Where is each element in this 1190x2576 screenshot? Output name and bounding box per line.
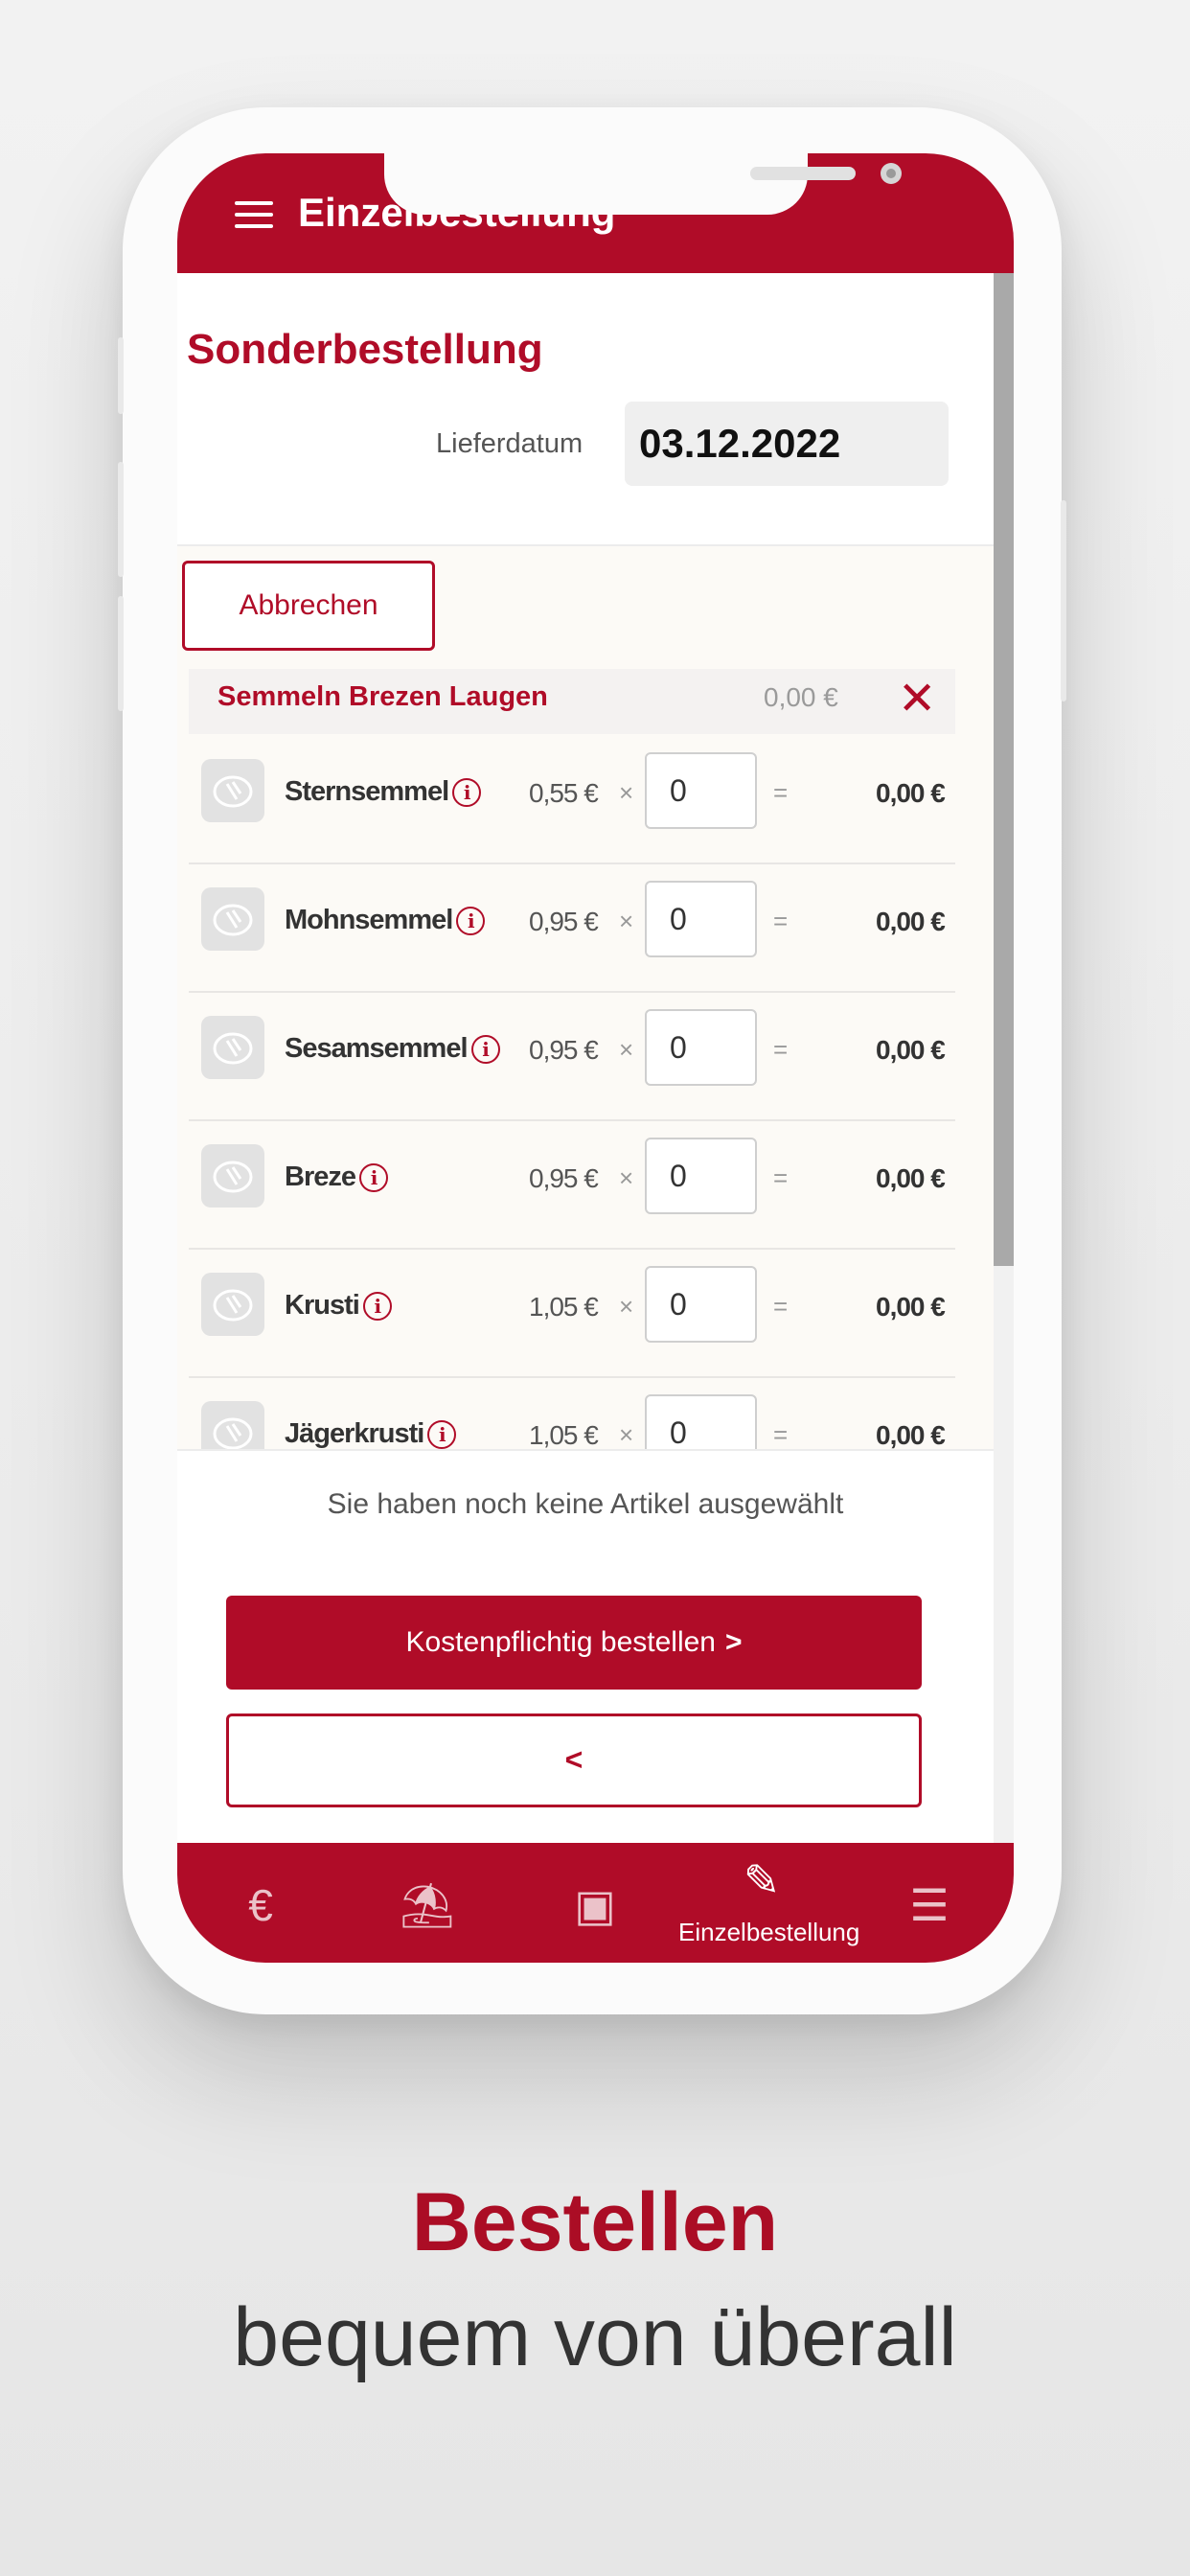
nav-item-einzelbestellung[interactable]: ✎ Einzelbestellung (678, 1843, 860, 1963)
equals-sign: = (773, 1292, 789, 1321)
new-order-icon: ✎ (743, 1855, 781, 1905)
promo-subline: bequem von überall (233, 2291, 957, 2383)
order-button[interactable]: Kostenpflichtig bestellen > (226, 1596, 922, 1690)
multiply-sign: × (619, 1163, 634, 1192)
back-button[interactable]: < (226, 1714, 922, 1807)
unit-price: 0,55 € (529, 778, 599, 808)
unit-price: 1,05 € (529, 1292, 599, 1322)
multiply-sign: × (619, 1292, 634, 1321)
bottom-navigation: € ⛱ ▣ ✎ Einzelbestellung ☰ (177, 1843, 1014, 1963)
euro-icon: € (248, 1880, 273, 1930)
line-total: 0,00 € (876, 778, 946, 808)
quantity-input[interactable]: 0 (645, 1266, 757, 1343)
equals-sign: = (773, 1035, 789, 1064)
app-screen: Einzelbestellung Sonderbestellung Liefer… (177, 153, 1014, 1963)
phone-power-button (1061, 500, 1066, 702)
order-button-label: Kostenpflichtig bestellen (405, 1626, 716, 1658)
category-name: Semmeln Brezen Laugen (217, 681, 548, 712)
product-row: Sternsemmel i 0,55 € × 0 = 0,00 € (189, 734, 955, 864)
product-name: Sesamsemmel i (285, 1033, 500, 1065)
line-total: 0,00 € (876, 1292, 946, 1322)
unit-price: 0,95 € (529, 1035, 599, 1065)
promo-headline: Bestellen (411, 2176, 779, 2268)
equals-sign: = (773, 778, 789, 807)
bread-icon (201, 1273, 264, 1336)
beach-umbrella-icon: ⛱ (399, 1880, 456, 1930)
unit-price: 0,95 € (529, 1163, 599, 1193)
category-header[interactable]: Semmeln Brezen Laugen 0,00 € ✕ (189, 669, 955, 734)
multiply-sign: × (619, 1420, 634, 1449)
quantity-input[interactable]: 0 (645, 1138, 757, 1214)
product-row: Sesamsemmel i 0,95 € × 0 = 0,00 € (189, 991, 955, 1121)
unit-price: 1,05 € (529, 1420, 599, 1449)
nav-item-order-list[interactable]: ☰ (846, 1843, 1013, 1963)
order-list-icon: ☰ (909, 1880, 950, 1930)
phone-volume-down (118, 596, 124, 711)
product-name: Sternsemmel i (285, 776, 482, 808)
delivery-date-field[interactable]: 03.12.2022 (625, 402, 949, 486)
product-name: Jägerkrusti i (285, 1418, 457, 1449)
nav-item-vacation[interactable]: ⛱ (344, 1843, 511, 1963)
info-icon[interactable]: i (359, 1163, 388, 1193)
product-name: Krusti i (285, 1290, 392, 1322)
unit-price: 0,95 € (529, 907, 599, 936)
product-name: Breze i (285, 1162, 388, 1193)
bread-icon (201, 1016, 264, 1079)
equals-sign: = (773, 1163, 789, 1192)
chevron-right-icon: > (725, 1626, 743, 1658)
quantity-input[interactable]: 0 (645, 881, 757, 957)
line-total: 0,00 € (876, 1420, 946, 1449)
empty-selection-message: Sie haben noch keine Artikel ausgewählt (327, 1488, 844, 1520)
bread-icon (201, 1144, 264, 1208)
quantity-input[interactable]: 0 (645, 1009, 757, 1086)
bread-icon (201, 759, 264, 822)
scrollbar-thumb[interactable] (994, 273, 1014, 1266)
equals-sign: = (773, 907, 789, 935)
bread-icon (201, 887, 264, 951)
nav-item-subscriptions[interactable]: ▣ (512, 1843, 678, 1963)
quantity-input[interactable]: 0 (645, 1394, 757, 1449)
nav-item-euro[interactable]: € (177, 1843, 344, 1963)
info-icon[interactable]: i (456, 907, 486, 936)
speaker-grille (750, 167, 856, 180)
product-row: Breze i 0,95 € × 0 = 0,00 € (189, 1119, 955, 1250)
info-icon[interactable]: i (427, 1420, 457, 1449)
info-icon[interactable]: i (452, 778, 482, 808)
bread-icon (201, 1401, 264, 1449)
multiply-sign: × (619, 1035, 634, 1064)
line-total: 0,00 € (876, 907, 946, 936)
line-total: 0,00 € (876, 1163, 946, 1193)
phone-silent-switch (118, 337, 124, 414)
delivery-date-label: Lieferdatum (436, 428, 584, 459)
page-title: Sonderbestellung (187, 326, 543, 373)
line-total: 0,00 € (876, 1035, 946, 1065)
category-total: 0,00 € (764, 682, 838, 712)
close-icon[interactable]: ✕ (898, 671, 936, 728)
info-icon[interactable]: i (470, 1035, 500, 1065)
camera-icon (881, 163, 902, 184)
multiply-sign: × (619, 907, 634, 935)
quantity-input[interactable]: 0 (645, 752, 757, 829)
divider (177, 1449, 994, 1451)
product-row: Mohnsemmel i 0,95 € × 0 = 0,00 € (189, 862, 955, 993)
equals-sign: = (773, 1420, 789, 1449)
multiply-sign: × (619, 778, 634, 807)
scrollbar[interactable] (994, 273, 1014, 1843)
phone-volume-up (118, 462, 124, 577)
product-name: Mohnsemmel i (285, 905, 486, 936)
hamburger-menu-icon[interactable] (235, 201, 273, 230)
info-icon[interactable]: i (362, 1292, 392, 1322)
subscriptions-icon: ▣ (574, 1880, 616, 1930)
nav-label: Einzelbestellung (678, 1918, 860, 1946)
cancel-button[interactable]: Abbrechen (182, 561, 435, 651)
product-row: Jägerkrusti i 1,05 € × 0 = 0,00 € (189, 1376, 955, 1449)
phone-notch (384, 153, 902, 215)
product-list: Sternsemmel i 0,55 € × 0 = 0,00 € Mohnsem… (177, 734, 994, 1449)
product-row: Krusti i 1,05 € × 0 = 0,00 € (189, 1248, 955, 1378)
order-content: Sonderbestellung Lieferdatum 03.12.2022 … (177, 273, 994, 1843)
